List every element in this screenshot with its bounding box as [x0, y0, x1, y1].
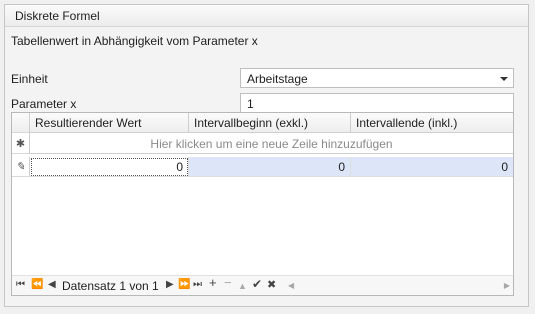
next-record-icon[interactable]: ▶ [166, 279, 174, 291]
column-header-interval-start[interactable]: Intervallbeginn (exkl.) [189, 113, 351, 133]
scroll-left-icon[interactable]: ◀ [288, 280, 294, 292]
cancel-icon[interactable]: ✖ [267, 279, 276, 291]
cell-interval-end[interactable]: 0 [351, 157, 513, 177]
unit-label: Einheit [11, 72, 48, 86]
scroll-right-icon[interactable]: ▶ [504, 280, 510, 292]
description-text: Tabellenwert in Abhängigkeit vom Paramet… [11, 34, 258, 48]
record-position-text: Datensatz 1 von 1 [62, 279, 159, 293]
panel-title: Diskrete Formel [15, 9, 100, 23]
chevron-down-icon[interactable] [500, 77, 508, 81]
new-row-prompt[interactable]: Hier klicken um eine neue Zeile hinzuzuf… [30, 133, 513, 154]
edit-row-icon: ✎ [12, 157, 30, 177]
remove-record-icon[interactable]: − [224, 276, 232, 289]
grid-corner [12, 113, 30, 133]
data-grid: Resultierender Wert Intervallbeginn (exk… [11, 112, 514, 296]
parameter-input[interactable]: 1 [240, 93, 514, 113]
last-record-icon[interactable]: ⏭ [193, 279, 202, 291]
parameter-label: Parameter x [11, 97, 77, 111]
check-icon[interactable]: ✔ [252, 278, 262, 290]
cell-result-value[interactable]: 0 [30, 157, 189, 177]
unit-dropdown[interactable]: Arbeitstage [240, 68, 514, 88]
column-header-interval-end[interactable]: Intervallende (inkl.) [351, 113, 513, 133]
column-header-result[interactable]: Resultierender Wert [30, 113, 189, 133]
add-record-icon[interactable]: + [209, 276, 217, 289]
previous-record-icon[interactable]: ◀ [48, 279, 56, 291]
edit-up-icon[interactable]: ▲ [238, 280, 247, 292]
previous-page-icon[interactable]: ⏪ [31, 279, 43, 291]
first-record-icon[interactable]: ⏮ [16, 279, 25, 291]
parameter-input-value: 1 [247, 97, 254, 111]
panel-header: Diskrete Formel [5, 5, 528, 27]
new-row-icon: ✱ [12, 133, 30, 154]
cell-interval-start[interactable]: 0 [189, 157, 351, 177]
next-page-icon[interactable]: ⏩ [178, 279, 190, 291]
unit-dropdown-value: Arbeitstage [247, 72, 308, 86]
record-navigator: ⏮ ⏪ ◀ Datensatz 1 von 1 ▶ ⏩ ⏭ + − ▲ ✔ ✖ … [12, 275, 513, 295]
horizontal-scrollbar[interactable]: ◀ ▶ [288, 280, 510, 292]
